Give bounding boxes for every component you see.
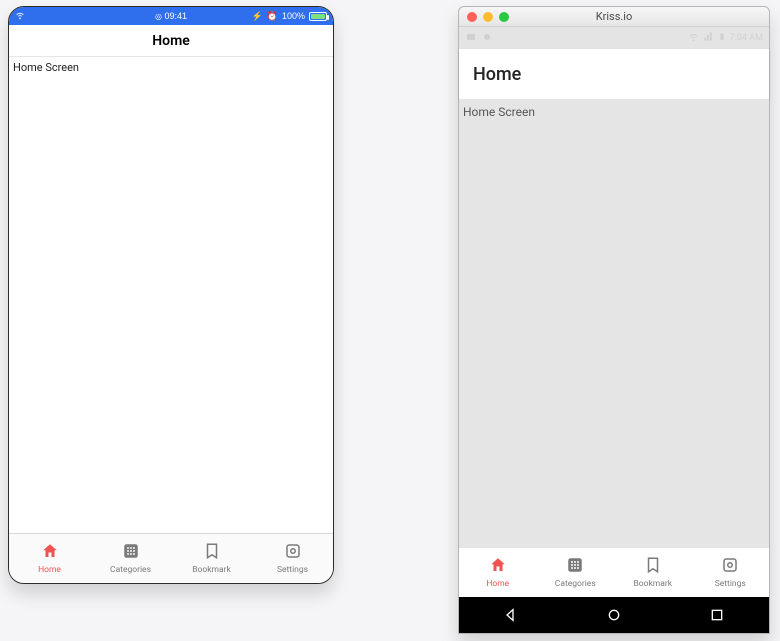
bookmark-icon [203, 542, 221, 563]
wifi-icon [688, 31, 699, 45]
mac-window-frame: Kriss.io 7:04 A [458, 6, 770, 634]
status-time: 09:41 [164, 11, 187, 21]
android-nav-bar [459, 597, 769, 633]
menu-icon [481, 31, 493, 46]
tab-bookmark[interactable]: Bookmark [171, 534, 252, 583]
signal-icon [703, 31, 714, 45]
battery-icon [309, 12, 327, 21]
gear-icon [721, 556, 739, 577]
android-screen-body: Home Screen [459, 99, 769, 547]
page-title: Home [152, 33, 190, 49]
tab-bookmark-label: Bookmark [192, 565, 231, 575]
tab-settings[interactable]: Settings [692, 548, 770, 597]
grid-icon [122, 542, 140, 563]
status-time: 7:04 AM [730, 33, 763, 43]
page-title: Home [473, 64, 521, 85]
tab-bookmark[interactable]: Bookmark [614, 548, 692, 597]
tab-home[interactable]: Home [459, 548, 537, 597]
tab-bookmark-label: Bookmark [633, 579, 672, 589]
home-icon [41, 542, 59, 563]
ios-device-frame: ◎ 09:41 ⚡ ⏰ 100% Home Home Screen Home C… [8, 6, 334, 584]
tab-categories[interactable]: Categories [537, 548, 615, 597]
ios-status-bar: ◎ 09:41 ⚡ ⏰ 100% [9, 7, 333, 25]
android-tab-bar: Home Categories Bookmark Settings [459, 547, 769, 597]
android-header-bar: Home [459, 49, 769, 99]
android-recent-button[interactable] [708, 606, 726, 624]
unlock-icon: ◎ [155, 12, 162, 21]
tab-home-label: Home [486, 579, 509, 589]
battery-icon [718, 31, 726, 45]
ios-header-bar: Home [9, 25, 333, 57]
android-back-button[interactable] [502, 606, 520, 624]
tab-settings-label: Settings [715, 579, 746, 589]
ios-tab-bar: Home Categories Bookmark Settings [9, 533, 333, 583]
android-status-bar: 7:04 AM [459, 27, 769, 49]
tab-home-label: Home [38, 565, 61, 575]
mac-window-title: Kriss.io [459, 10, 769, 23]
tab-settings-label: Settings [277, 565, 308, 575]
mac-titlebar: Kriss.io [459, 7, 769, 27]
screenshot-icon [465, 31, 477, 46]
tab-home[interactable]: Home [9, 534, 90, 583]
grid-icon [566, 556, 584, 577]
ios-screen-body: Home Screen [9, 57, 333, 533]
bookmark-icon [644, 556, 662, 577]
gear-icon [284, 542, 302, 563]
tab-categories[interactable]: Categories [90, 534, 171, 583]
home-icon [489, 556, 507, 577]
screen-text: Home Screen [13, 61, 79, 74]
android-home-button[interactable] [605, 606, 623, 624]
android-device-frame: 7:04 AM Home Home Screen Home Categories [459, 27, 769, 633]
tab-categories-label: Categories [110, 565, 151, 575]
tab-categories-label: Categories [555, 579, 596, 589]
screen-text: Home Screen [463, 105, 535, 119]
tab-settings[interactable]: Settings [252, 534, 333, 583]
